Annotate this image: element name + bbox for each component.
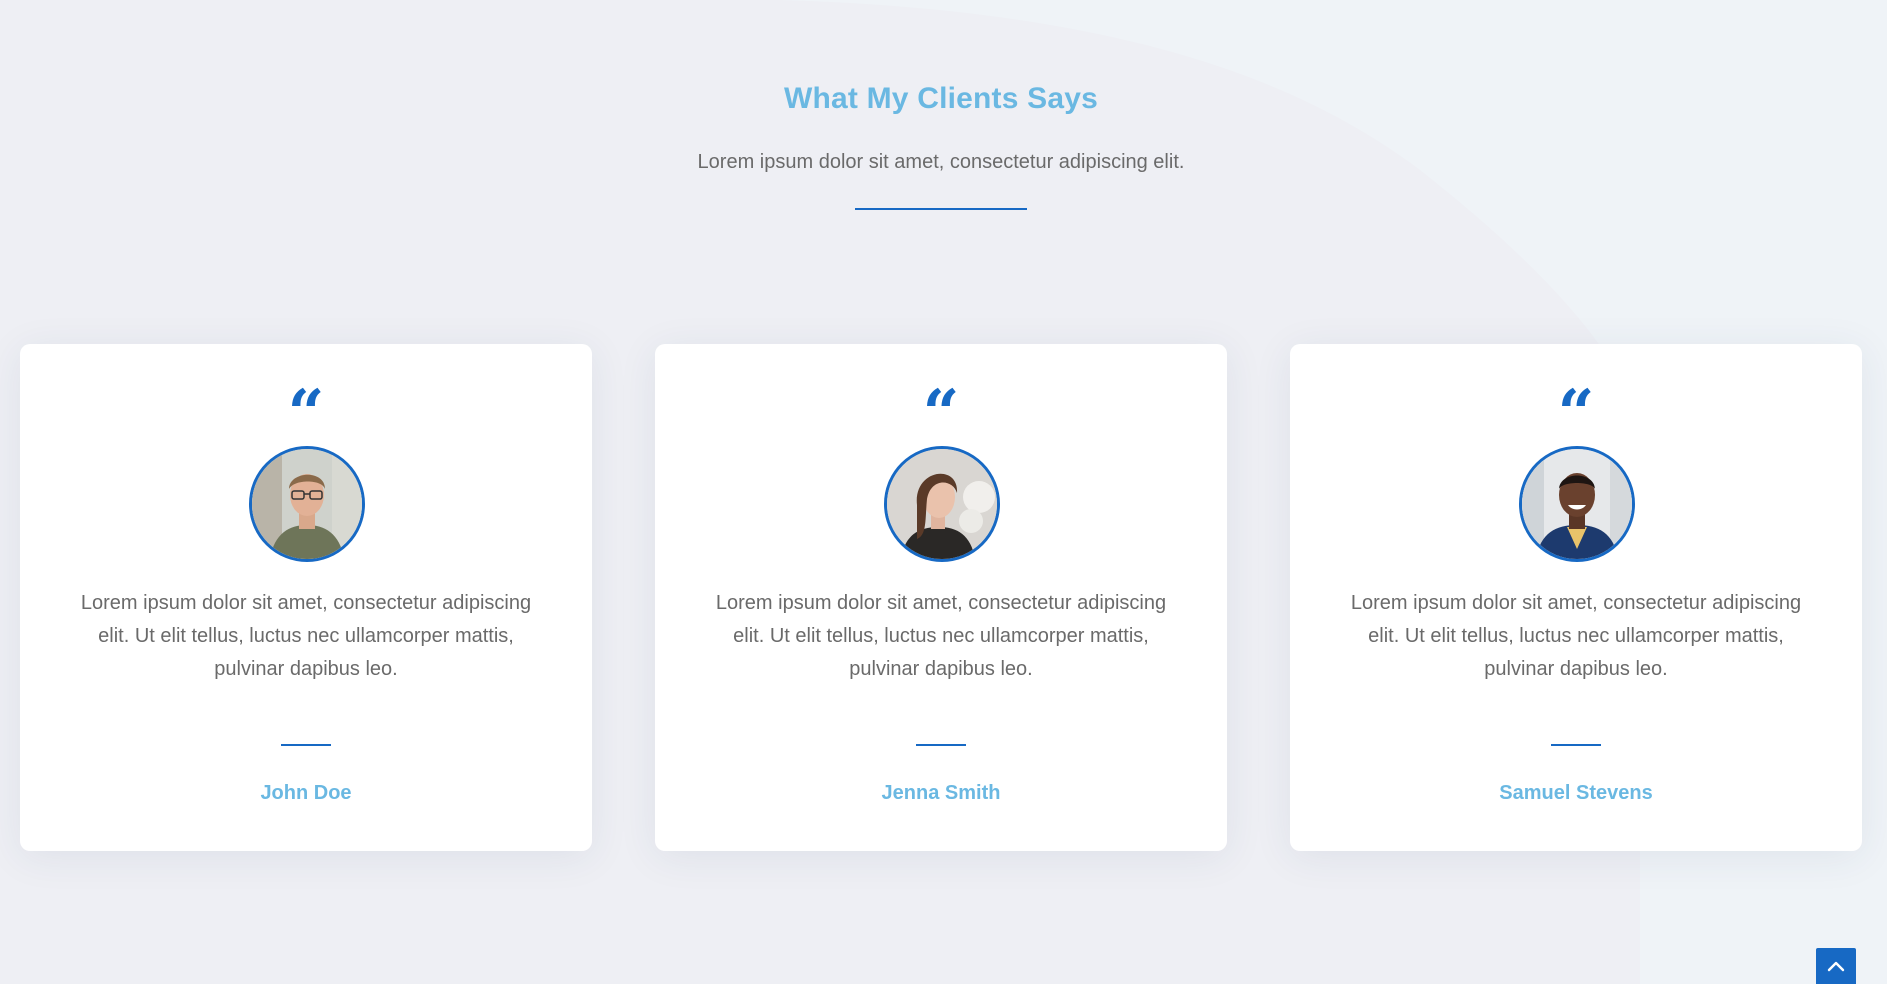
client-name: Jenna Smith	[881, 782, 1001, 804]
name-divider	[281, 744, 331, 746]
testimonial-text: Lorem ipsum dolor sit amet, consectetur …	[1350, 592, 1802, 680]
testimonial-card: “ Lorem ipsum dolor sit amet, consectetu…	[655, 344, 1227, 851]
avatar	[249, 446, 365, 562]
testimonial-card: “ Lorem ipsum dolor sit amet, consectetu…	[20, 344, 592, 851]
section-divider	[855, 208, 1027, 210]
scroll-to-top-button[interactable]	[1816, 948, 1856, 984]
avatar	[1519, 446, 1635, 562]
testimonial-text: Lorem ipsum dolor sit amet, consectetur …	[715, 592, 1167, 680]
testimonial-text: Lorem ipsum dolor sit amet, consectetur …	[80, 592, 532, 680]
quote-icon: “	[1557, 376, 1595, 451]
chevron-up-icon	[1827, 961, 1845, 972]
section-subtitle: Lorem ipsum dolor sit amet, consectetur …	[697, 151, 1185, 173]
name-divider	[916, 744, 966, 746]
testimonial-card: “ Lorem ipsum dolor sit amet, consectetu…	[1290, 344, 1862, 851]
name-divider	[1551, 744, 1601, 746]
avatar	[884, 446, 1000, 562]
quote-icon: “	[287, 376, 325, 451]
section-title: What My Clients Says	[783, 82, 1099, 115]
quote-icon: “	[922, 376, 960, 451]
client-name: John Doe	[260, 782, 352, 804]
client-name: Samuel Stevens	[1499, 782, 1653, 804]
testimonials-section: What My Clients Says Lorem ipsum dolor s…	[0, 0, 1887, 984]
